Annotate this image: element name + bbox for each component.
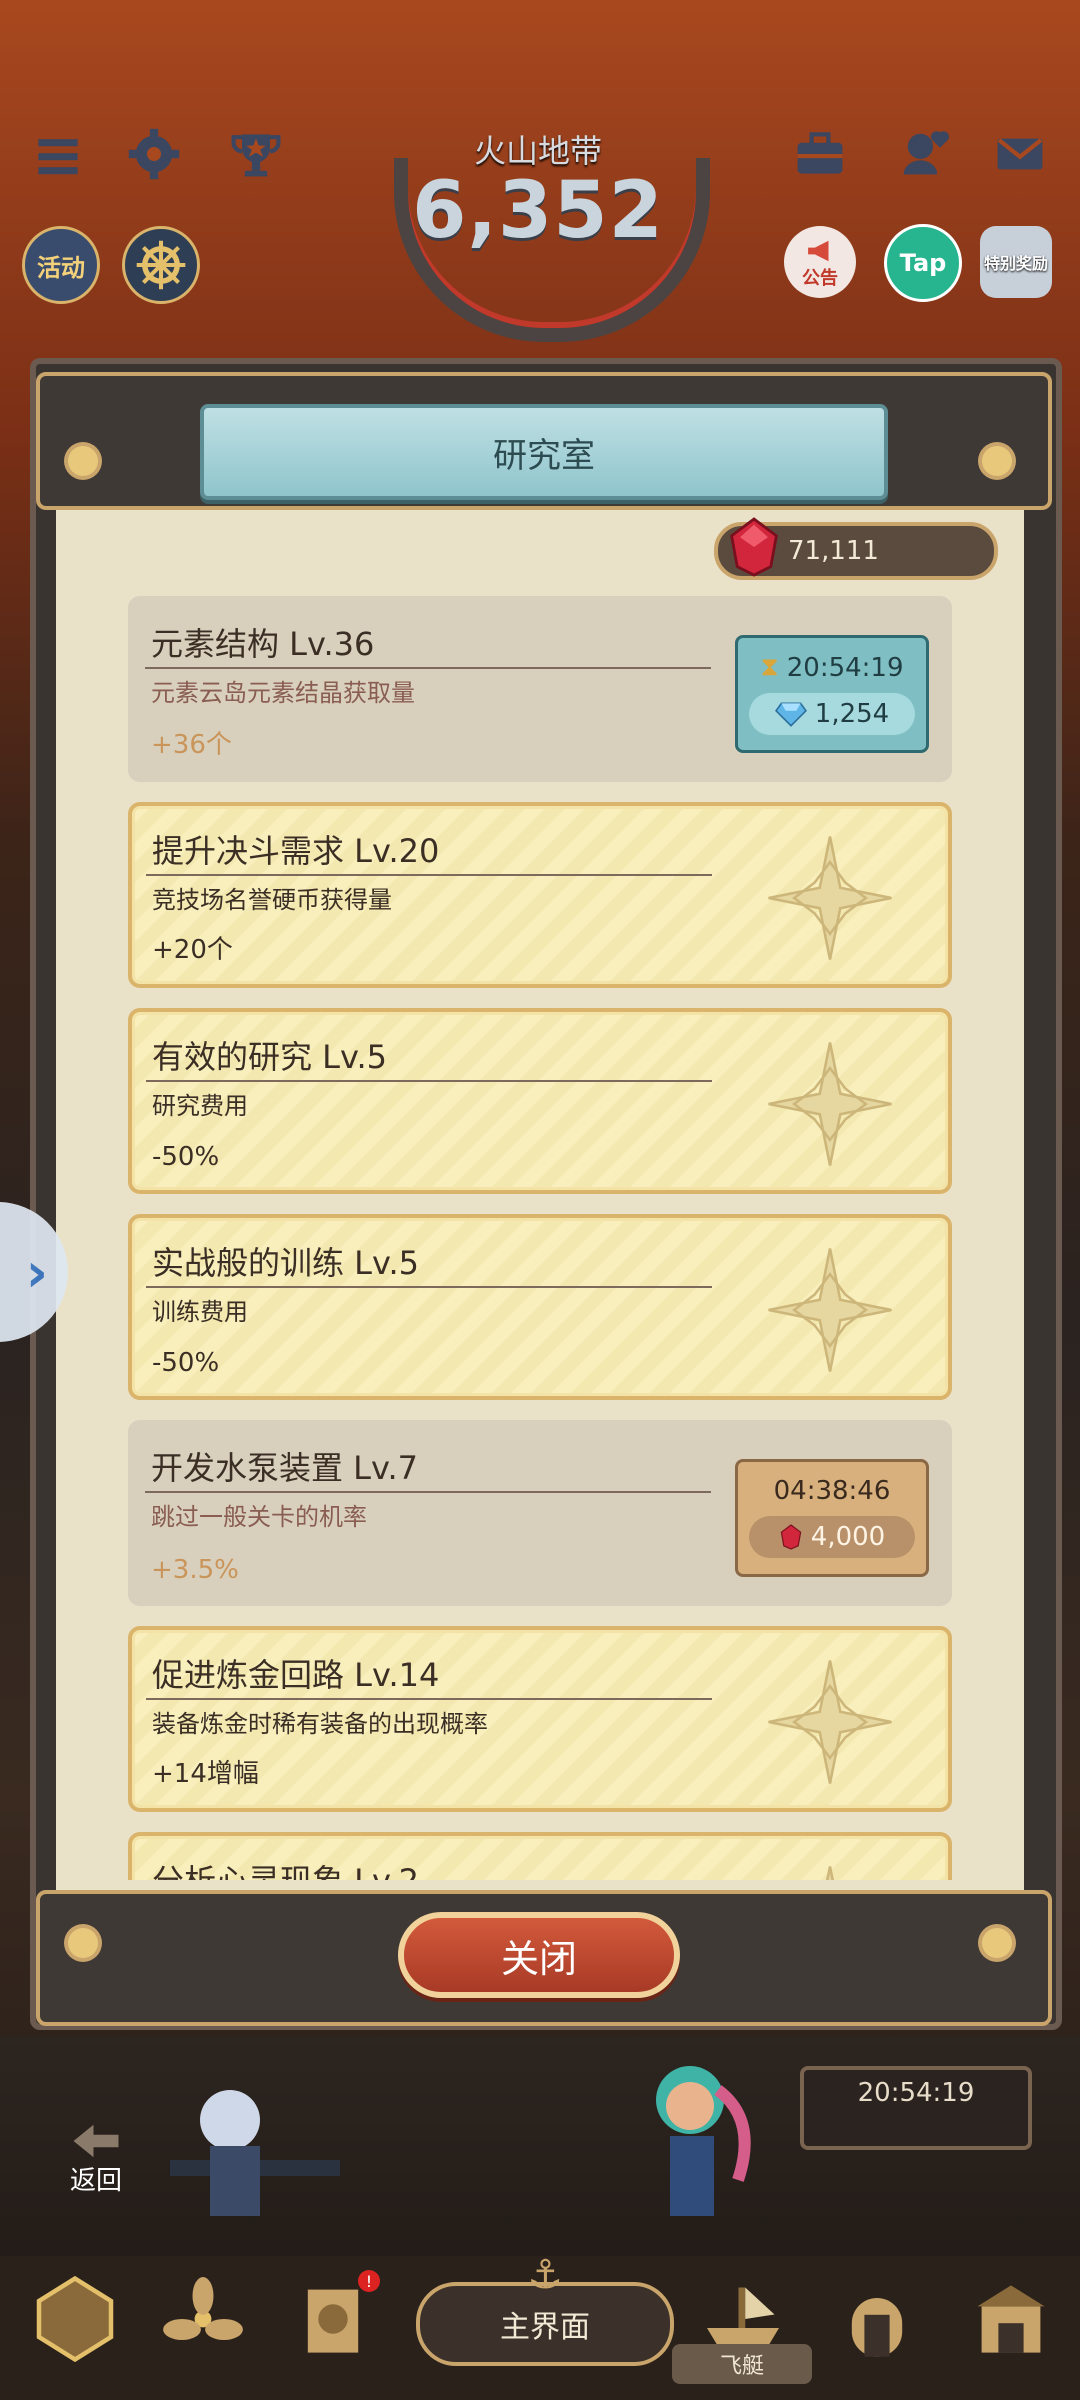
research-effect: -50% [152, 1142, 220, 1172]
stage-timer: 20:54:19 [800, 2066, 1032, 2150]
zone-display: 火山地带 6,352 [378, 118, 710, 342]
special-label: 特别奖励 [983, 254, 1048, 273]
notification-badge: ! [358, 2270, 380, 2292]
nav-shop-icon[interactable] [956, 2264, 1066, 2374]
friends-icon[interactable] [896, 122, 956, 182]
stage-timer-value: 20:54:19 [857, 2078, 975, 2108]
tap-label: Tap [899, 249, 947, 277]
character-mage [600, 2040, 800, 2244]
ruby-icon [730, 517, 778, 577]
nav-hero-icon[interactable] [20, 2264, 130, 2374]
back-arrow-icon [73, 2124, 119, 2158]
hourglass-icon: ⧗ [760, 652, 779, 682]
research-cost: 1,254 [814, 699, 890, 729]
research-effect: -50% [152, 1348, 220, 1378]
research-timer: 20:54:19 [786, 652, 904, 683]
gear-ornament-right [982, 1928, 1012, 1958]
toolbox-icon[interactable] [790, 124, 850, 184]
gear-ornament-left [68, 446, 98, 476]
panel-title: 研究室 [200, 404, 888, 500]
airship-label: 飞艇 [672, 2344, 812, 2384]
divider [146, 874, 712, 876]
research-list: 元素结构 Lv.36 元素云岛元素结晶获取量 +36个 ⧗ 20:54:19 1,… [128, 596, 952, 2038]
gem-icon [774, 702, 807, 727]
nav-gate-icon[interactable] [822, 2264, 932, 2374]
research-card[interactable]: 提升决斗需求 Lv.20 竞技场名誉硬币获得量 +20个 [128, 802, 952, 988]
nav-quest-icon[interactable]: ! [278, 2264, 388, 2374]
divider [146, 1698, 712, 1700]
close-button[interactable]: 关闭 [398, 1912, 680, 1998]
gear-ornament-right [982, 446, 1012, 476]
character-sniper [150, 2050, 350, 2254]
notice-label: 公告 [802, 268, 838, 289]
anchor-icon: ⚓ [527, 2252, 563, 2298]
main-label: 主界面 [500, 2310, 590, 2345]
main-screen-button[interactable]: ⚓ 主界面 [416, 2252, 674, 2366]
ship-wheel-icon [136, 240, 186, 290]
compass-icon [768, 1660, 892, 1784]
research-effect: +36个 [151, 730, 232, 760]
research-card[interactable]: 促进炼金回路 Lv.14 装备炼金时稀有装备的出现概率 +14增幅 [128, 1626, 952, 1812]
events-button[interactable]: 活动 [22, 226, 100, 304]
mail-icon[interactable] [990, 124, 1050, 184]
events-label: 活动 [37, 253, 85, 282]
menu-icon[interactable] [28, 126, 88, 186]
research-cost: 4,000 [810, 1522, 886, 1552]
gear-ornament-left [68, 1928, 98, 1958]
special-reward-button[interactable]: 特别奖励 [980, 226, 1052, 298]
compass-icon [768, 836, 892, 960]
tap-button[interactable]: Tap [884, 224, 962, 302]
ruby-icon [780, 1524, 802, 1550]
research-effect: +20个 [152, 935, 233, 965]
helm-button[interactable] [122, 226, 200, 304]
gear-icon[interactable] [124, 124, 184, 184]
divider [145, 667, 711, 669]
research-effect: +3.5% [151, 1555, 239, 1585]
megaphone-icon [808, 240, 829, 262]
chevron-right-icon: › [25, 1240, 48, 1304]
back-button[interactable]: 返回 [70, 2122, 122, 2197]
nav-propeller-icon[interactable] [148, 2264, 258, 2374]
back-label: 返回 [70, 2166, 123, 2196]
research-timer: 04:38:46 [773, 1476, 891, 1506]
compass-icon [768, 1042, 892, 1166]
compass-icon [768, 1248, 892, 1372]
research-effect: +14增幅 [152, 1759, 259, 1789]
research-card[interactable]: 实战般的训练 Lv.5 训练费用 -50% [128, 1214, 952, 1400]
research-card[interactable]: 元素结构 Lv.36 元素云岛元素结晶获取量 +36个 ⧗ 20:54:19 1,… [128, 596, 952, 782]
ruby-counter: 71,111 [714, 517, 998, 580]
divider [145, 1491, 711, 1493]
trophy-icon[interactable] [226, 124, 286, 184]
notice-button[interactable]: 公告 [784, 226, 856, 298]
research-card[interactable]: 开发水泵装置 Lv.7 跳过一般关卡的机率 +3.5% 04:38:46 4,0… [128, 1420, 952, 1606]
research-timer-button[interactable]: ⧗ 20:54:19 1,254 [735, 635, 929, 753]
ruby-count: 71,111 [788, 536, 879, 566]
divider [146, 1080, 712, 1082]
divider [146, 1286, 712, 1288]
research-card[interactable]: 有效的研究 Lv.5 研究费用 -50% [128, 1008, 952, 1194]
research-start-button[interactable]: 04:38:46 4,000 [735, 1459, 929, 1577]
zone-score: 6,352 [412, 166, 664, 256]
